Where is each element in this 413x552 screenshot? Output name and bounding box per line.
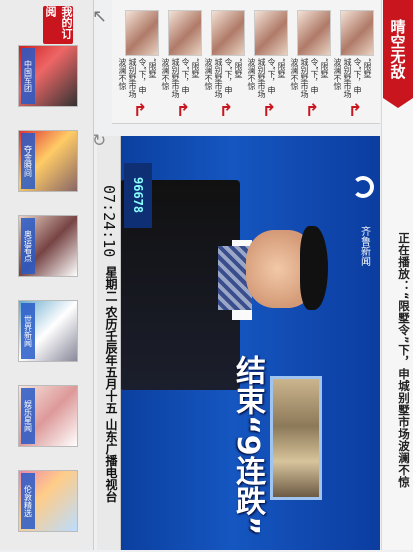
thumbnail-image: [340, 10, 374, 56]
category-item[interactable]: 伦敦精选: [18, 470, 78, 532]
play-icon[interactable]: ↱: [346, 102, 364, 120]
brand-notch: [383, 98, 413, 108]
thumbnail-caption: “限墅令”下，申城别墅市场波澜不惊: [204, 58, 243, 98]
news-inset-image: [270, 376, 322, 500]
now-playing-text: 正在播放：“限墅令”下，申城别墅市场波澜不惊: [397, 232, 411, 489]
thumbnail-image: [125, 10, 159, 56]
thumbnail-caption: “限墅令”下，申城别墅市场波澜不惊: [290, 58, 329, 98]
refresh-icon[interactable]: ↻: [92, 132, 110, 150]
thumbnail-item[interactable]: “限墅令”下，申城别墅市场波澜不惊 ↱: [204, 6, 247, 122]
category-label: 伦敦精选: [21, 473, 35, 529]
my-subscription-button[interactable]: 我的订阅: [43, 6, 73, 44]
category-item[interactable]: 娱乐星闻: [18, 385, 78, 447]
news-caption: 结束“9连跌”: [230, 355, 265, 536]
thumbnail-item[interactable]: “限墅令”下，申城别墅市场波澜不惊 ↱: [118, 6, 161, 122]
category-item[interactable]: 夺金瞬间: [18, 130, 78, 192]
category-label: 娱乐星闻: [21, 388, 35, 444]
thumbnail-strip: “限墅令”下，申城别墅市场波澜不惊 ↱ “限墅令”下，申城别墅市场波澜不惊 ↱ …: [112, 0, 380, 124]
thumbnail-item[interactable]: “限墅令”下，申城别墅市场波澜不惊 ↱: [247, 6, 290, 122]
play-icon[interactable]: ↱: [217, 102, 235, 120]
thumbnail-image: [254, 10, 288, 56]
thumbnail-caption: “限墅令”下，申城别墅市场波澜不惊: [161, 58, 200, 98]
thumbnail-item[interactable]: “限墅令”下，申城别墅市场波澜不惊 ↱: [161, 6, 204, 122]
thumbnail-item[interactable]: “限墅令”下，申城别墅市场波澜不惊 ↱: [290, 6, 333, 122]
thumbnail-image: [297, 10, 331, 56]
play-icon[interactable]: ↱: [303, 102, 321, 120]
thumbnail-caption: “限墅令”下，申城别墅市场波澜不惊: [247, 58, 286, 98]
play-icon[interactable]: ↱: [174, 102, 192, 120]
thumbnail-caption: “限墅令”下，申城别墅市场波澜不惊: [333, 58, 372, 98]
play-icon[interactable]: ↱: [260, 102, 278, 120]
category-label: 夺金瞬间: [21, 133, 35, 189]
clock-display: 07:24:10: [100, 184, 118, 258]
category-item[interactable]: 世界新闻: [18, 300, 78, 362]
category-label: 奥运看点: [21, 218, 35, 274]
category-item[interactable]: 中国军团: [18, 45, 78, 107]
category-label: 世界新闻: [21, 303, 35, 359]
thumbnail-image: [168, 10, 202, 56]
category-item[interactable]: 奥运看点: [18, 215, 78, 277]
thumbnail-item[interactable]: “限墅令”下，申城别墅市场波澜不惊 ↱: [333, 6, 376, 122]
anchor-hair: [300, 226, 328, 310]
brand-label[interactable]: 晴空无敌: [383, 0, 413, 98]
thumbnail-caption: “限墅令”下，申城别墅市场波澜不惊: [118, 58, 157, 98]
category-label: 中国军团: [21, 48, 35, 104]
play-icon[interactable]: ↱: [131, 102, 149, 120]
channel-number: 96678: [124, 163, 152, 228]
thumbnail-image: [211, 10, 245, 56]
arrow-diagonal-icon[interactable]: ↖: [92, 8, 110, 26]
channel-logo-text: 齐鲁新闻: [358, 226, 370, 266]
channel-logo-icon: [352, 176, 374, 198]
